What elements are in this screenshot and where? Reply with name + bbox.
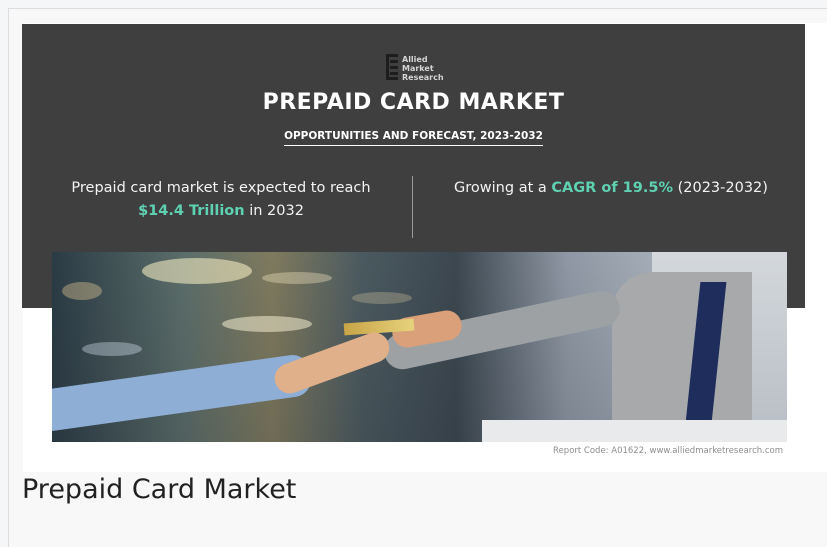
- cagr-stat: Growing at a CAGR of 19.5% (2023-2032): [426, 177, 796, 200]
- market-size-text: Prepaid card market is expected to reach: [71, 180, 371, 196]
- logo-line-3: Research: [402, 73, 444, 82]
- infographic-title: PREPAID CARD MARKET: [262, 90, 565, 115]
- logo-line-2: Market: [402, 64, 434, 73]
- market-size-stat: Prepaid card market is expected to reach…: [42, 177, 400, 223]
- market-size-value: $14.4 Trillion: [138, 203, 245, 219]
- cagr-text: Growing at a: [454, 180, 547, 196]
- logo-text: Allied Market Research: [402, 55, 444, 82]
- report-code: Report Code: A01622, www.alliedmarketres…: [553, 446, 783, 456]
- card-handover-photo: [52, 252, 787, 442]
- logo-line-1: Allied: [402, 55, 428, 64]
- stat-divider: [412, 176, 413, 238]
- infographic-subtitle: OPPORTUNITIES AND FORECAST, 2023-2032: [22, 130, 805, 146]
- market-size-year: in 2032: [249, 203, 304, 219]
- allied-market-research-logo: Allied Market Research: [386, 54, 456, 84]
- image-caption: Prepaid Card Market: [22, 474, 297, 505]
- cagr-value: CAGR of 19.5%: [551, 180, 673, 196]
- cagr-period: (2023-2032): [677, 180, 768, 196]
- logo-mark-icon: [386, 54, 398, 80]
- subtitle-text: OPPORTUNITIES AND FORECAST, 2023-2032: [284, 130, 543, 146]
